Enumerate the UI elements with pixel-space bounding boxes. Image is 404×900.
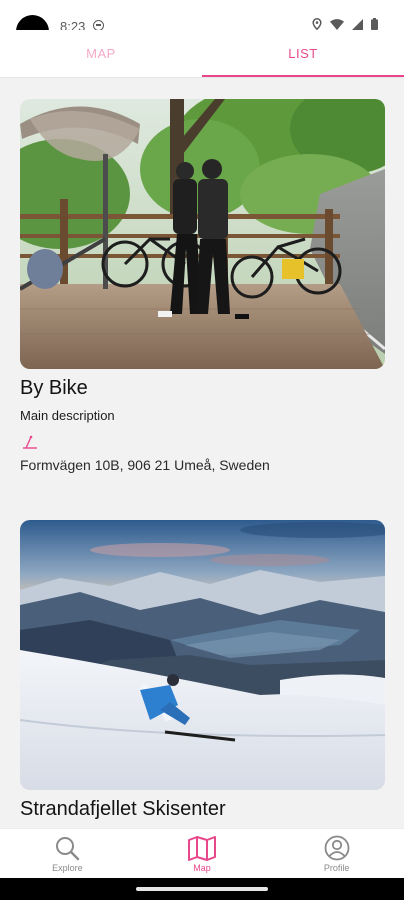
system-navigation-bar — [0, 878, 404, 900]
nav-map[interactable]: Map — [135, 829, 270, 878]
place-photo — [20, 99, 385, 369]
bottom-navigation: Explore Map Profile — [0, 828, 404, 878]
status-bar: 8:23 — [0, 0, 404, 48]
view-tabs: MAP LIST — [0, 30, 404, 78]
place-card[interactable]: Strandafjellet Skisenter — [20, 520, 385, 821]
nav-profile[interactable]: Profile — [269, 829, 404, 878]
place-address: Formvägen 10B, 906 21 Umeå, Sweden — [20, 457, 270, 473]
place-card[interactable]: By Bike Main description Formvägen 10B, … — [20, 99, 385, 473]
nav-profile-label: Profile — [323, 863, 350, 873]
nav-explore-label: Explore — [52, 863, 83, 873]
search-icon — [56, 837, 80, 861]
signal-icon — [352, 18, 363, 30]
map-icon — [188, 836, 216, 861]
wifi-icon — [330, 18, 344, 30]
profile-icon — [324, 835, 350, 861]
places-list[interactable]: By Bike Main description Formvägen 10B, … — [0, 79, 404, 828]
tab-map[interactable]: MAP — [0, 30, 202, 77]
place-description: Main description — [20, 408, 115, 423]
place-photo — [20, 520, 385, 790]
nav-explore[interactable]: Explore — [0, 829, 135, 878]
home-gesture-handle[interactable] — [136, 887, 268, 891]
route-icon — [23, 435, 37, 449]
nav-map-label: Map — [193, 863, 211, 873]
battery-icon — [371, 18, 378, 30]
status-icons — [312, 18, 378, 30]
place-title: Strandafjellet Skisenter — [20, 798, 226, 820]
place-title: By Bike — [20, 377, 88, 399]
tab-list[interactable]: LIST — [202, 30, 404, 77]
location-icon — [312, 18, 322, 30]
